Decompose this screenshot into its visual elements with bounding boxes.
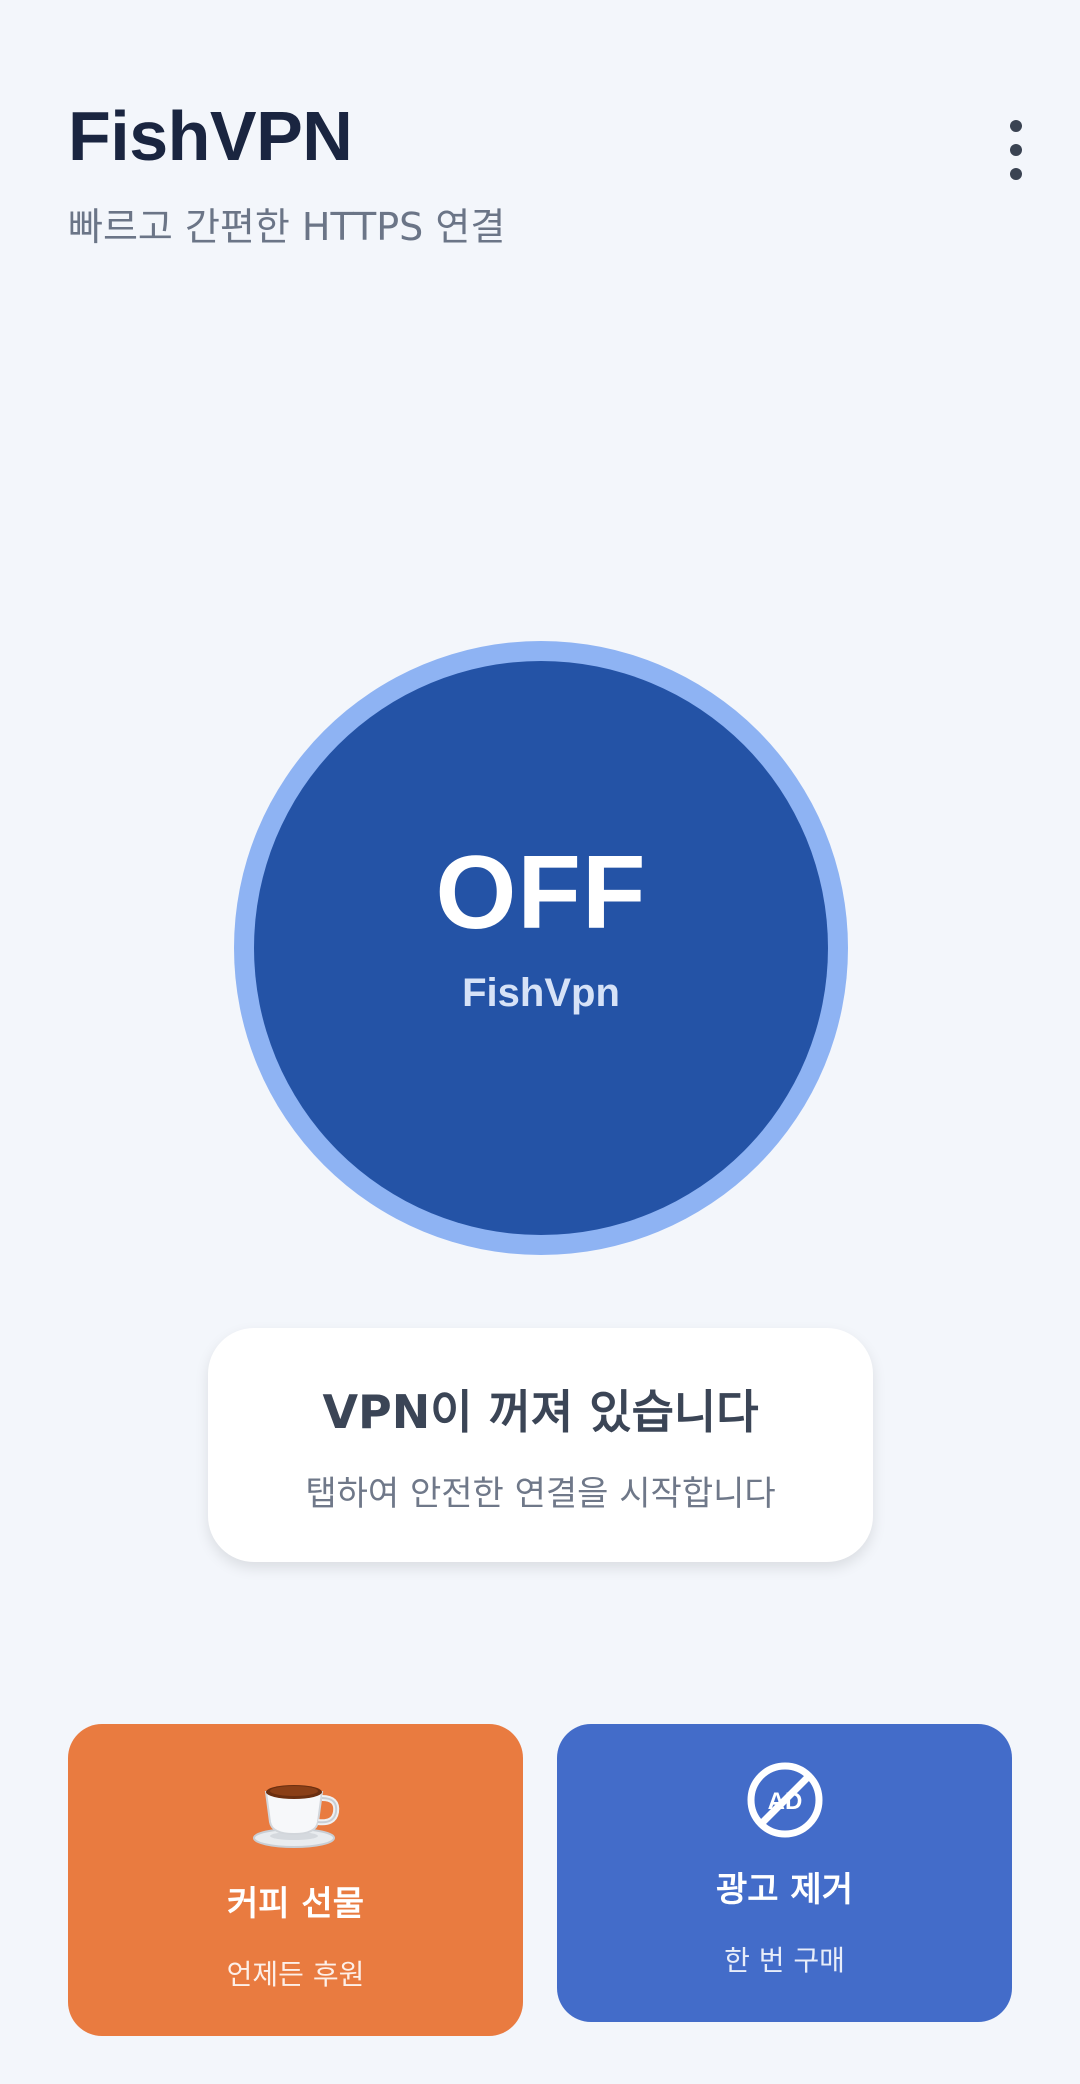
vpn-power-button[interactable]: OFF FishVpn <box>254 661 828 1235</box>
app-title: FishVPN <box>68 97 353 175</box>
main-screen: FishVPN 빠르고 간편한 HTTPS 연결 OFF FishVpn VPN… <box>0 0 1080 2084</box>
remove-ads-title: 광고 제거 <box>716 1870 853 1910</box>
more-vertical-icon <box>1010 120 1022 132</box>
no-ads-icon: AD <box>747 1762 822 1838</box>
remove-ads-button[interactable]: AD 광고 제거 한 번 구매 <box>557 1724 1012 2022</box>
coffee-cup-icon <box>252 1785 339 1848</box>
coffee-gift-title: 커피 선물 <box>227 1884 364 1924</box>
coffee-gift-subtitle: 언제든 후원 <box>226 1958 365 1991</box>
power-button-ring: OFF FishVpn <box>234 641 848 1255</box>
status-title: VPN이 꺼져 있습니다 <box>322 1384 759 1439</box>
status-description: 탭하여 안전한 연결을 시작합니다 <box>305 1473 776 1514</box>
remove-ads-subtitle: 한 번 구매 <box>724 1944 845 1977</box>
power-state-label: OFF <box>435 834 647 951</box>
app-subtitle: 빠르고 간편한 HTTPS 연결 <box>68 205 506 249</box>
status-card: VPN이 꺼져 있습니다 탭하여 안전한 연결을 시작합니다 <box>208 1328 873 1562</box>
power-server-label: FishVpn <box>462 970 620 1015</box>
more-options-button[interactable] <box>990 114 1042 186</box>
coffee-gift-button[interactable]: 커피 선물 언제든 후원 <box>68 1724 523 2036</box>
